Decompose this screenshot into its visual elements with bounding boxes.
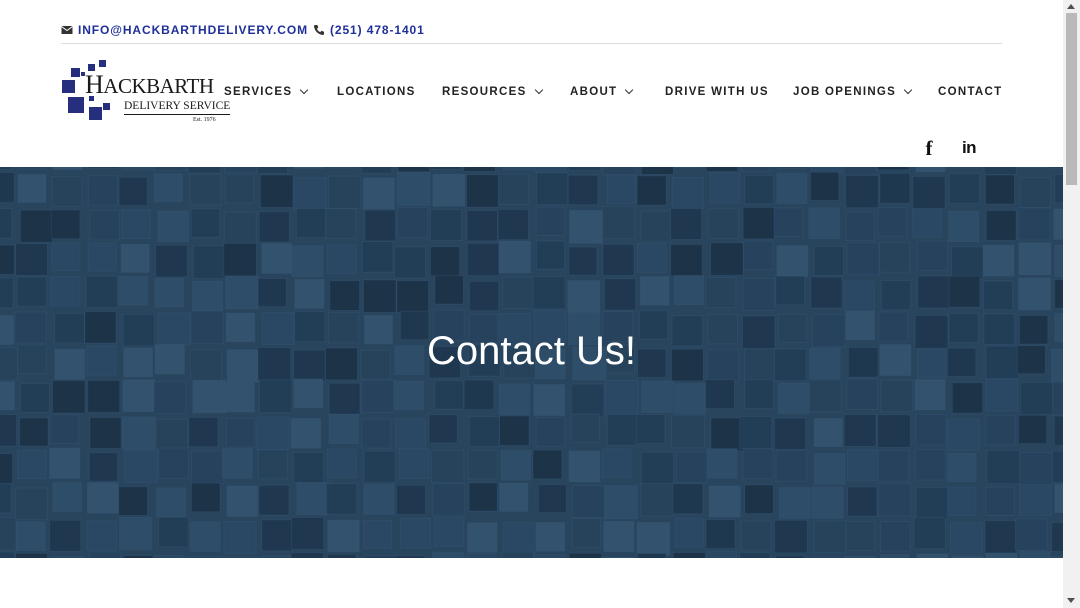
- logo-subtitle: DELIVERY SERVICE: [124, 100, 231, 115]
- nav-item-locations[interactable]: LOCATIONS: [337, 84, 416, 100]
- main-nav: SERVICES LOCATIONS RESOURCES ABOUT DRIVE…: [224, 84, 1001, 100]
- linkedin-icon[interactable]: in: [958, 138, 980, 158]
- page-title: Contact Us!: [427, 329, 636, 373]
- logo-square: [99, 60, 106, 67]
- vertical-scrollbar[interactable]: [1063, 0, 1080, 608]
- phone-link[interactable]: (251) 478-1401: [330, 23, 425, 37]
- hero-banner: Contact Us!: [0, 167, 1063, 558]
- logo-square: [103, 103, 110, 110]
- scrollbar-thumb[interactable]: [1066, 13, 1077, 185]
- site-logo[interactable]: HACKBARTH DELIVERY SERVICE Est. 1976: [60, 60, 231, 126]
- nav-item-services[interactable]: SERVICES: [224, 84, 309, 100]
- logo-square: [89, 107, 102, 120]
- logo-established: Est. 1976: [193, 117, 216, 123]
- chevron-down-icon: [534, 85, 543, 95]
- scroll-up-arrow-icon[interactable]: [1067, 4, 1075, 9]
- nav-label: JOB OPENINGS: [793, 86, 897, 98]
- chevron-down-icon: [903, 85, 913, 95]
- nav-item-drive-with-us[interactable]: DRIVE WITH US: [665, 84, 769, 100]
- logo-wordmark: HACKBARTH: [85, 70, 214, 99]
- nav-item-resources[interactable]: RESOURCES: [442, 84, 543, 100]
- page: INFO@HACKBARTHDELIVERY.COM (251) 478-140…: [0, 0, 1063, 608]
- nav-label: CONTACT: [938, 86, 1003, 98]
- phone-icon: [313, 24, 325, 36]
- nav-label: ABOUT: [570, 86, 618, 98]
- logo-square: [71, 68, 80, 77]
- email-link[interactable]: INFO@HACKBARTHDELIVERY.COM: [78, 23, 308, 37]
- envelope-icon: [61, 24, 73, 36]
- nav-label: SERVICES: [224, 86, 293, 98]
- nav-item-about[interactable]: ABOUT: [570, 84, 634, 100]
- nav-label: LOCATIONS: [337, 86, 416, 98]
- chevron-down-icon: [300, 85, 309, 95]
- nav-label: RESOURCES: [442, 86, 527, 98]
- facebook-icon[interactable]: f: [921, 136, 937, 160]
- chevron-down-icon: [625, 85, 634, 95]
- top-contact-bar: INFO@HACKBARTHDELIVERY.COM (251) 478-140…: [61, 22, 425, 38]
- logo-square: [62, 80, 75, 93]
- logo-square: [68, 97, 84, 113]
- scroll-down-arrow-icon[interactable]: [1067, 598, 1075, 603]
- nav-item-contact[interactable]: CONTACT: [938, 84, 1002, 100]
- nav-item-job-openings[interactable]: JOB OPENINGS: [793, 84, 913, 100]
- nav-label: DRIVE WITH US: [665, 86, 769, 98]
- header-divider: [61, 43, 1002, 44]
